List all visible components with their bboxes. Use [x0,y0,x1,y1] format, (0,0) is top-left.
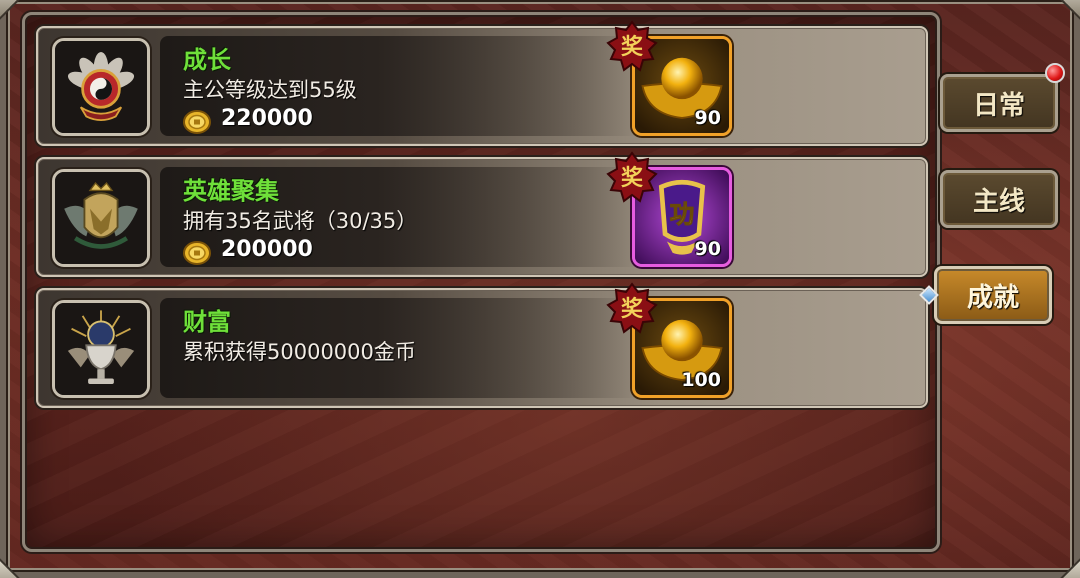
window-frame [0,0,1080,578]
